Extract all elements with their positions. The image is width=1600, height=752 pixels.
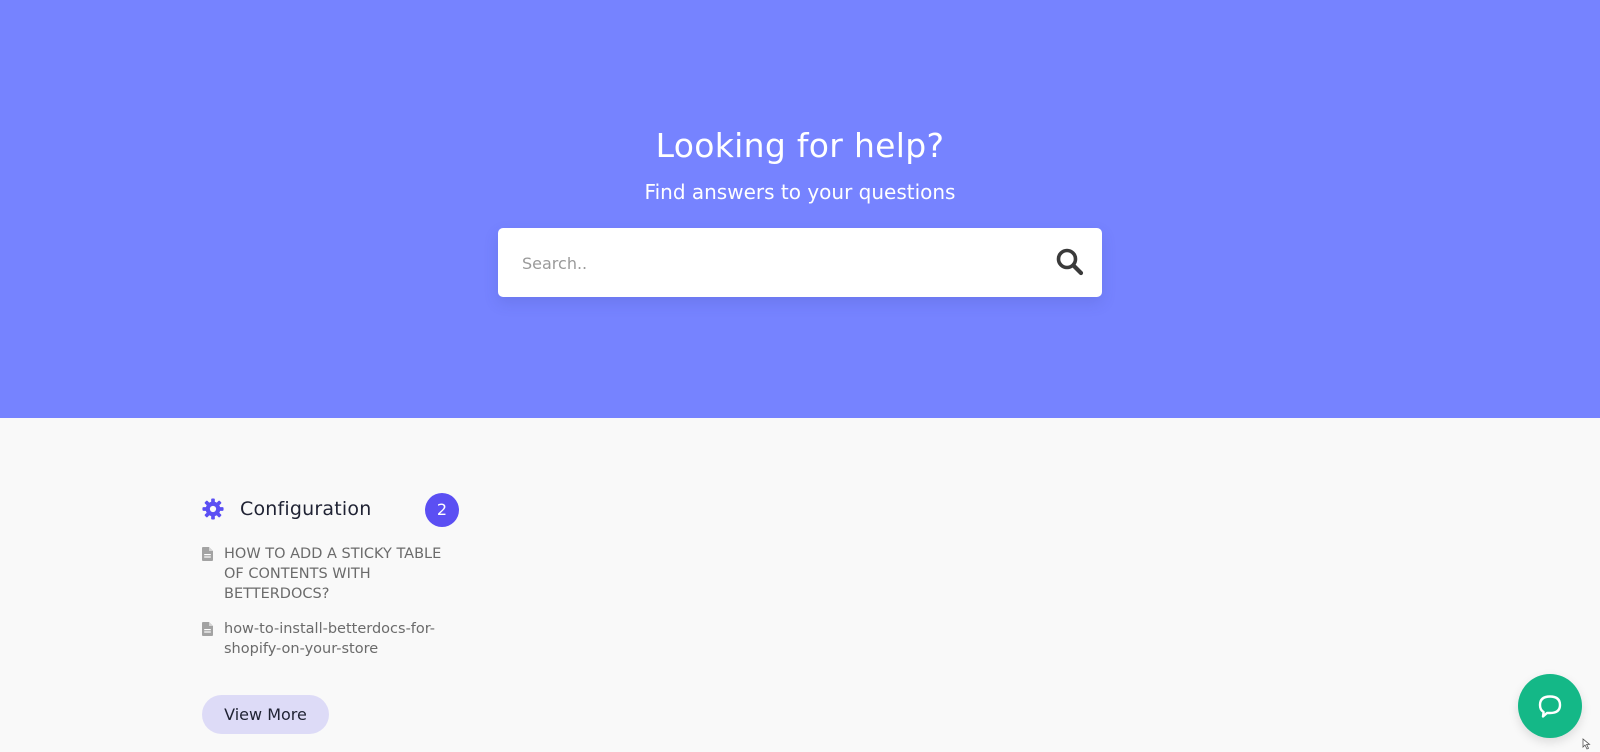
category-header[interactable]: Configuration 2	[202, 493, 464, 528]
document-icon	[202, 547, 213, 561]
doc-list: HOW TO ADD A STICKY TABLE OF CONTENTS WI…	[202, 544, 464, 674]
resize-cursor-icon	[1582, 738, 1591, 750]
hero-banner: Looking for help? Find answers to your q…	[0, 0, 1600, 418]
doc-link[interactable]: how-to-install-betterdocs-for-shopify-on…	[224, 619, 464, 659]
list-item[interactable]: HOW TO ADD A STICKY TABLE OF CONTENTS WI…	[202, 544, 464, 604]
chat-bubble-icon	[1538, 695, 1562, 718]
doc-link[interactable]: HOW TO ADD A STICKY TABLE OF CONTENTS WI…	[224, 544, 464, 604]
view-more-button[interactable]: View More	[202, 695, 329, 734]
hero-subtitle: Find answers to your questions	[644, 180, 956, 204]
search-box	[498, 228, 1102, 297]
search-icon[interactable]	[1054, 246, 1086, 278]
category-configuration: Configuration 2 HOW TO ADD A STICKY TABL…	[202, 493, 464, 734]
category-count-badge: 2	[425, 493, 459, 527]
cog-icon	[202, 498, 224, 520]
search-input[interactable]	[522, 248, 1022, 278]
document-icon	[202, 622, 213, 636]
chat-launcher-button[interactable]	[1518, 674, 1582, 738]
list-item[interactable]: how-to-install-betterdocs-for-shopify-on…	[202, 619, 464, 659]
category-title[interactable]: Configuration	[240, 498, 371, 520]
hero-title: Looking for help?	[655, 126, 945, 165]
